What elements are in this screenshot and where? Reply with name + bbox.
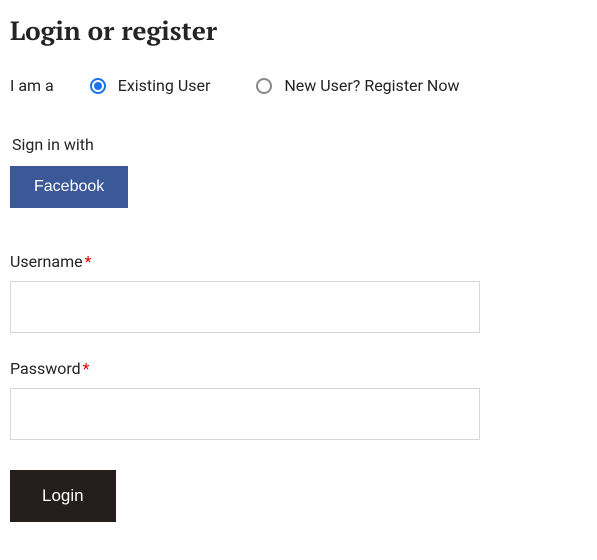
radio-icon <box>256 78 272 94</box>
radio-new-user[interactable]: New User? Register Now <box>256 76 459 95</box>
required-asterisk: * <box>85 252 92 271</box>
sign-in-with-label: Sign in with <box>12 135 587 154</box>
page-title: Login or register <box>10 14 587 48</box>
user-type-label: I am a <box>10 76 54 95</box>
user-type-row: I am a Existing User New User? Register … <box>10 76 587 95</box>
radio-icon <box>90 78 106 94</box>
username-label: Username* <box>10 252 587 271</box>
radio-existing-user[interactable]: Existing User <box>90 76 211 95</box>
username-block: Username* <box>10 252 587 333</box>
radio-label: New User? Register Now <box>284 76 459 95</box>
label-text: Username <box>10 252 83 271</box>
username-input[interactable] <box>10 281 480 333</box>
password-label: Password* <box>10 359 587 378</box>
required-asterisk: * <box>83 359 90 378</box>
facebook-button[interactable]: Facebook <box>10 166 128 208</box>
login-button[interactable]: Login <box>10 470 116 522</box>
radio-label: Existing User <box>118 76 211 95</box>
label-text: Password <box>10 359 81 378</box>
password-block: Password* <box>10 359 587 440</box>
password-input[interactable] <box>10 388 480 440</box>
